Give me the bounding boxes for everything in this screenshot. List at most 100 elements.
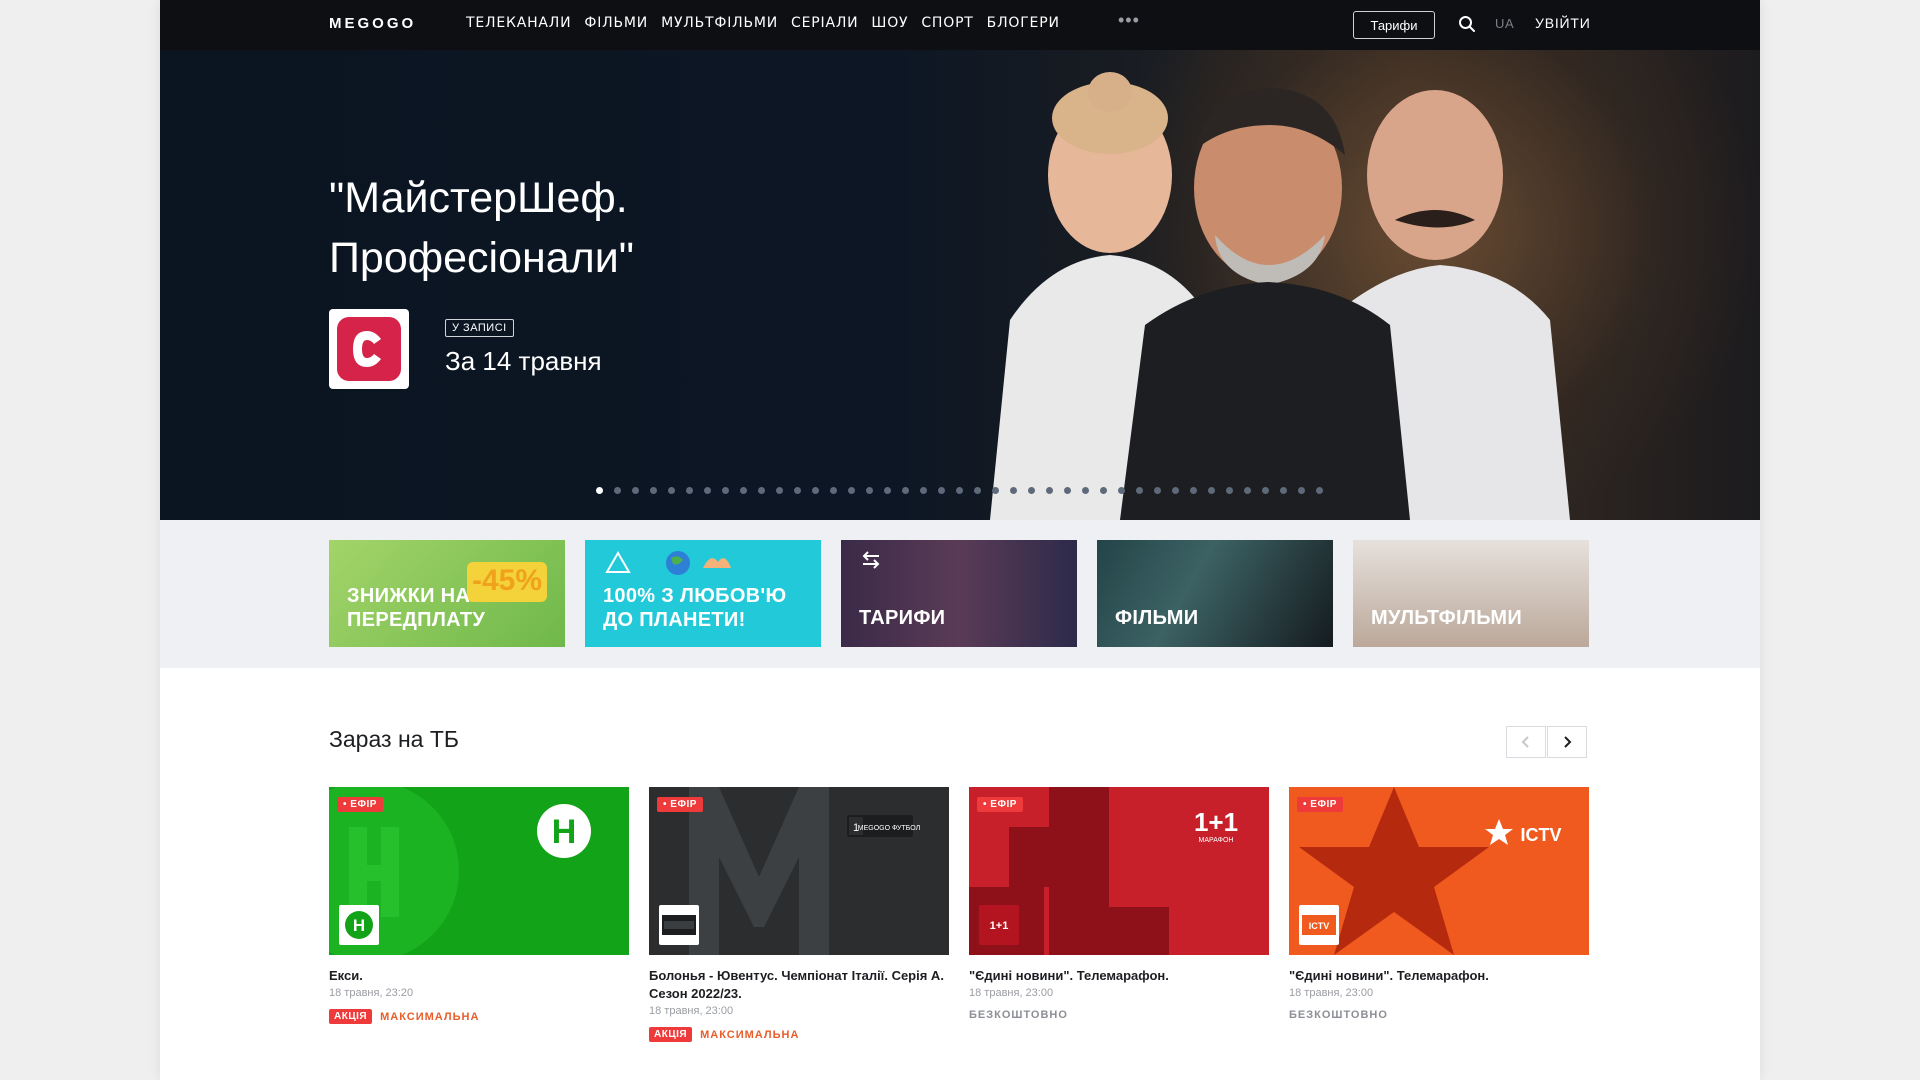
tariffs-button[interactable]: Тарифи <box>1353 11 1435 39</box>
tv-card-title[interactable]: "Єдині новини". Телемарафон. <box>969 967 1269 985</box>
carousel-next-button[interactable] <box>1547 726 1587 758</box>
free-tag[interactable]: БЕЗКОШТОВНО <box>1289 1009 1388 1021</box>
slider-dot[interactable] <box>1082 487 1089 494</box>
tv-card[interactable]: ICTV • ЕФІР ICTV "Єдині новини". Телемар… <box>1289 787 1589 1021</box>
promo-movies[interactable]: ФІЛЬМИ <box>1097 540 1333 647</box>
slider-dot[interactable] <box>776 487 783 494</box>
channel-logo-stb[interactable] <box>329 309 409 389</box>
plan-tag[interactable]: МАКСИМАЛЬНА <box>700 1029 799 1041</box>
svg-text:MEGOGO ФУТБОЛ: MEGOGO ФУТБОЛ <box>858 825 921 832</box>
slider-dot[interactable] <box>974 487 981 494</box>
tv-card-title[interactable]: Екси. <box>329 967 629 985</box>
tv-card-preview[interactable]: 1 MEGOGO ФУТБОЛ • ЕФІР <box>649 787 949 955</box>
promo-tag: АКЦІЯ <box>329 1009 373 1024</box>
search-icon[interactable] <box>1458 15 1476 33</box>
channel-logo-megogo-football <box>659 905 699 945</box>
slider-dot[interactable] <box>920 487 927 494</box>
promo-tag: АКЦІЯ <box>649 1027 693 1042</box>
tv-card-title[interactable]: Болонья - Ювентус. Чемпіонат Італії. Сер… <box>649 967 949 1003</box>
slider-dot[interactable] <box>1298 487 1305 494</box>
slider-dot[interactable] <box>668 487 675 494</box>
promo-cartoons[interactable]: МУЛЬТФІЛЬМИ <box>1353 540 1589 647</box>
slider-dot[interactable] <box>1316 487 1323 494</box>
slider-dot[interactable] <box>614 487 621 494</box>
nav-item-bloggers[interactable]: БЛОГЕРИ <box>987 15 1060 31</box>
live-badge: • ЕФІР <box>1297 797 1343 812</box>
slider-dot[interactable] <box>812 487 819 494</box>
slider-dot[interactable] <box>1028 487 1035 494</box>
promo-label: МУЛЬТФІЛЬМИ <box>1371 607 1523 629</box>
slider-dot[interactable] <box>902 487 909 494</box>
slider-dot[interactable] <box>938 487 945 494</box>
promo-planet[interactable]: 100% З ЛЮБОВ'Ю ДО ПЛАНЕТИ! <box>585 540 821 647</box>
slider-dot[interactable] <box>1190 487 1197 494</box>
slider-dot[interactable] <box>794 487 801 494</box>
slider-dot[interactable] <box>1118 487 1125 494</box>
tv-card-title[interactable]: "Єдині новини". Телемарафон. <box>1289 967 1589 985</box>
slider-dot[interactable] <box>1010 487 1017 494</box>
slider-dot[interactable] <box>1046 487 1053 494</box>
slider-dot[interactable] <box>1280 487 1287 494</box>
slider-dot[interactable] <box>1226 487 1233 494</box>
hero-title[interactable]: "МайстерШеф. Професіонали" <box>329 168 849 288</box>
slider-dot[interactable] <box>650 487 657 494</box>
svg-text:МАРАФОН: МАРАФОН <box>1199 837 1234 844</box>
1plus1-icon: 1+1 <box>990 920 1009 932</box>
tv-card[interactable]: 1 MEGOGO ФУТБОЛ • ЕФІР Болонья - Ювентус… <box>649 787 949 1042</box>
slider-dot[interactable] <box>866 487 873 494</box>
slider-dot[interactable] <box>1154 487 1161 494</box>
promo-discounts[interactable]: -45% ЗНИЖКИ НА ПЕРЕДПЛАТУ <box>329 540 565 647</box>
slider-dot[interactable] <box>992 487 999 494</box>
section-title-now-on-tv: Зараз на ТБ <box>329 726 459 752</box>
login-link[interactable]: УВІЙТИ <box>1535 15 1591 31</box>
slider-dot[interactable] <box>956 487 963 494</box>
slider-dot[interactable] <box>740 487 747 494</box>
tv-card-preview[interactable]: ICTV • ЕФІР ICTV <box>1289 787 1589 955</box>
slider-dot[interactable] <box>1100 487 1107 494</box>
promo-strip: -45% ЗНИЖКИ НА ПЕРЕДПЛАТУ 100% З ЛЮБОВ'Ю… <box>160 520 1760 668</box>
slider-dot[interactable] <box>1244 487 1251 494</box>
tv-card-time: 18 травня, 23:20 <box>329 987 414 999</box>
top-header: MEGOGO ТЕЛЕКАНАЛИ ФІЛЬМИ МУЛЬТФІЛЬМИ СЕР… <box>160 0 1760 50</box>
tv-card-preview[interactable]: Н • ЕФІР Н <box>329 787 629 955</box>
tv-card-preview[interactable]: 1+1 МАРАФОН • ЕФІР 1+1 <box>969 787 1269 955</box>
ictv-icon: ICTV <box>1302 915 1336 935</box>
carousel-prev-button[interactable] <box>1506 726 1546 758</box>
slider-dot[interactable] <box>632 487 639 494</box>
more-menu-icon[interactable]: ••• <box>1118 10 1140 31</box>
promo-tariffs[interactable]: ТАРИФИ <box>841 540 1077 647</box>
nav-item-movies[interactable]: ФІЛЬМИ <box>584 15 648 31</box>
slider-dot[interactable] <box>722 487 729 494</box>
slider-dot[interactable] <box>596 487 603 494</box>
slider-dot[interactable] <box>884 487 891 494</box>
chevron-right-icon <box>1564 736 1572 748</box>
slider-dot[interactable] <box>758 487 765 494</box>
slider-dot[interactable] <box>704 487 711 494</box>
language-switch[interactable]: UA <box>1495 16 1514 31</box>
svg-text:1+1: 1+1 <box>990 920 1009 932</box>
nav-item-cartoons[interactable]: МУЛЬТФІЛЬМИ <box>661 15 778 31</box>
slider-dot[interactable] <box>1262 487 1269 494</box>
tv-card-time: 18 травня, 23:00 <box>649 1005 734 1017</box>
free-tag[interactable]: БЕЗКОШТОВНО <box>969 1009 1068 1021</box>
slider-dot[interactable] <box>848 487 855 494</box>
plan-tag[interactable]: МАКСИМАЛЬНА <box>380 1011 479 1023</box>
slider-dot[interactable] <box>1136 487 1143 494</box>
slider-dot[interactable] <box>1172 487 1179 494</box>
slider-dot[interactable] <box>686 487 693 494</box>
megogo-logo[interactable]: MEGOGO <box>329 15 416 32</box>
nav-item-tv-channels[interactable]: ТЕЛЕКАНАЛИ <box>466 15 571 31</box>
channel-logo-1plus1: 1+1 <box>979 905 1019 945</box>
hero-banner[interactable]: "МайстерШеф. Професіонали" У ЗАПИСІ За 1… <box>160 50 1760 520</box>
page: MEGOGO ТЕЛЕКАНАЛИ ФІЛЬМИ МУЛЬТФІЛЬМИ СЕР… <box>160 0 1760 1080</box>
tv-card[interactable]: Н • ЕФІР Н Екси. 18 травня, 23:20 АКЦІЯ … <box>329 787 629 1024</box>
nav-item-shows[interactable]: ШОУ <box>871 15 908 31</box>
nav-item-sport[interactable]: СПОРТ <box>921 15 973 31</box>
slider-dot[interactable] <box>1208 487 1215 494</box>
nav-item-series[interactable]: СЕРІАЛИ <box>791 15 858 31</box>
tv-card[interactable]: 1+1 МАРАФОН • ЕФІР 1+1 "Єдині новини". Т… <box>969 787 1269 1021</box>
slider-dot[interactable] <box>830 487 837 494</box>
promo-label: 100% З ЛЮБОВ'Ю ДО ПЛАНЕТИ! <box>603 585 787 631</box>
slider-dot[interactable] <box>1064 487 1071 494</box>
main-nav: ТЕЛЕКАНАЛИ ФІЛЬМИ МУЛЬТФІЛЬМИ СЕРІАЛИ ШО… <box>466 15 1073 31</box>
